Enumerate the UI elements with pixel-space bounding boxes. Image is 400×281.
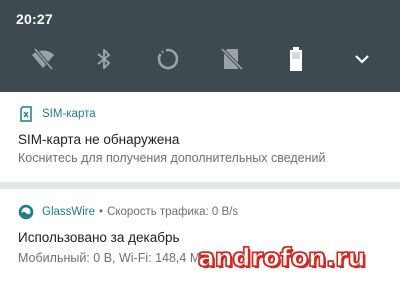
notification-text: Мобильный: 0 B, Wi-Fi: 148,4 MB — [18, 251, 209, 265]
bluetooth-icon[interactable] — [91, 46, 117, 72]
notification-divider — [0, 182, 400, 189]
sim-notification[interactable]: SIM-карта SIM-карта не обнаружена Коснит… — [0, 92, 400, 182]
sync-icon[interactable] — [155, 46, 181, 72]
header-separator: • — [99, 206, 103, 218]
notification-title: SIM-карта не обнаружена — [18, 132, 179, 147]
status-time: 20:27 — [16, 11, 53, 27]
chevron-down-icon[interactable] — [349, 46, 375, 72]
notification-header: GlassWire • Скорость трафика: 0 B/s — [18, 204, 238, 220]
watermark: androfon.ru — [198, 243, 366, 272]
quick-settings-panel: 20:27 — [0, 0, 400, 92]
notification-header: SIM-карта — [18, 106, 96, 122]
glasswire-icon — [18, 204, 34, 220]
notification-text: Коснитесь для получения дополнительных с… — [18, 151, 326, 165]
sim-card-icon — [18, 106, 34, 122]
traffic-speed: Скорость трафика: 0 B/s — [107, 206, 238, 218]
notification-title: Использовано за декабрь — [18, 230, 180, 245]
app-name: GlassWire — [42, 206, 95, 218]
battery-icon[interactable] — [283, 46, 309, 72]
wifi-off-icon[interactable] — [30, 46, 56, 72]
no-sim-icon[interactable] — [219, 46, 245, 72]
app-name: SIM-карта — [42, 108, 96, 120]
